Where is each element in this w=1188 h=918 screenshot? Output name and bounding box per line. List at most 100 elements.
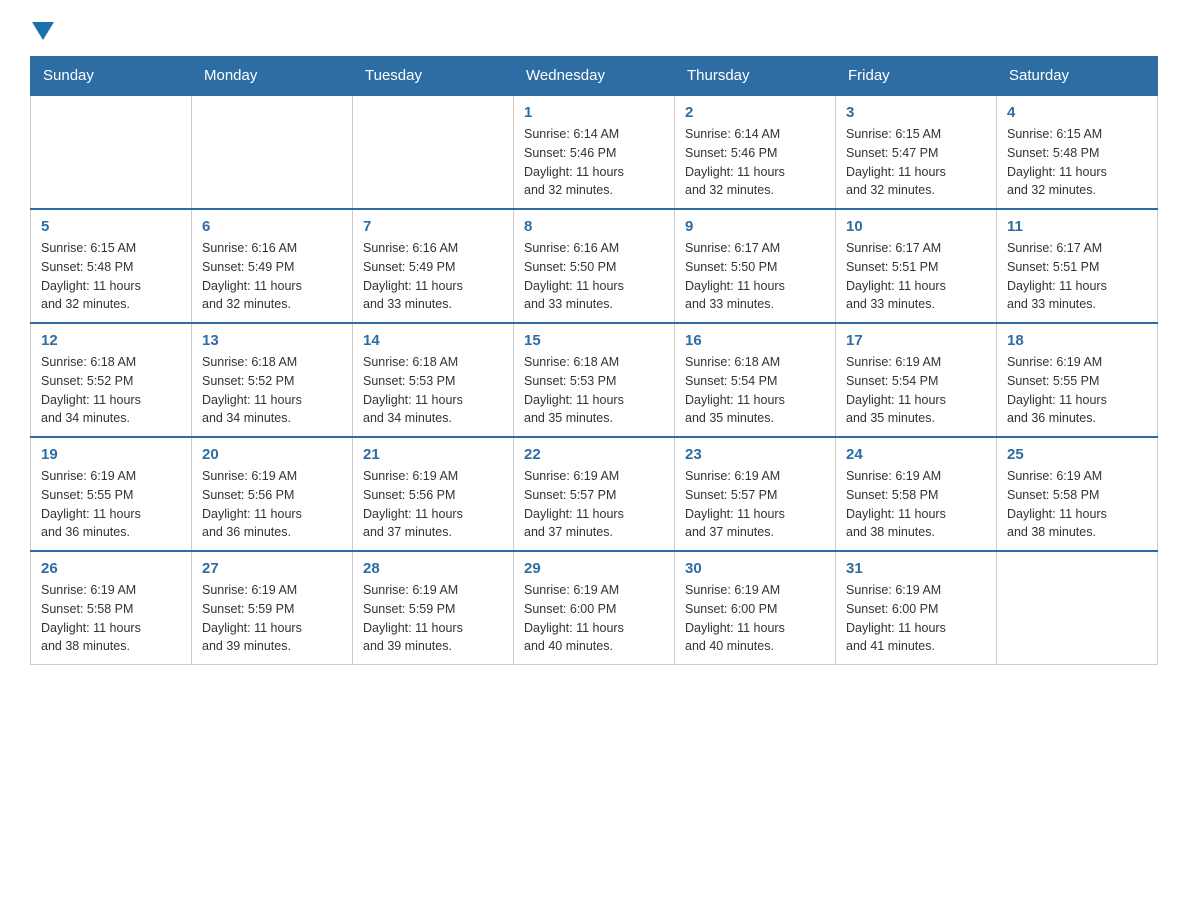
calendar-cell: 30 Sunrise: 6:19 AMSunset: 6:00 PMDayligh… xyxy=(675,551,836,665)
calendar-week-row: 19 Sunrise: 6:19 AMSunset: 5:55 PMDayligh… xyxy=(31,437,1158,551)
calendar-cell: 20 Sunrise: 6:19 AMSunset: 5:56 PMDayligh… xyxy=(192,437,353,551)
day-number: 19 xyxy=(41,446,181,463)
day-number: 5 xyxy=(41,218,181,235)
day-info: Sunrise: 6:17 AMSunset: 5:51 PMDaylight:… xyxy=(1007,239,1147,314)
day-info: Sunrise: 6:19 AMSunset: 6:00 PMDaylight:… xyxy=(524,581,664,656)
day-number: 3 xyxy=(846,104,986,121)
calendar-week-row: 12 Sunrise: 6:18 AMSunset: 5:52 PMDayligh… xyxy=(31,323,1158,437)
day-number: 22 xyxy=(524,446,664,463)
calendar-cell: 2 Sunrise: 6:14 AMSunset: 5:46 PMDaylight… xyxy=(675,95,836,209)
calendar-cell: 15 Sunrise: 6:18 AMSunset: 5:53 PMDayligh… xyxy=(514,323,675,437)
day-info: Sunrise: 6:18 AMSunset: 5:53 PMDaylight:… xyxy=(524,353,664,428)
calendar-cell xyxy=(192,95,353,209)
day-info: Sunrise: 6:16 AMSunset: 5:49 PMDaylight:… xyxy=(202,239,342,314)
calendar-week-row: 1 Sunrise: 6:14 AMSunset: 5:46 PMDaylight… xyxy=(31,95,1158,209)
calendar-table: SundayMondayTuesdayWednesdayThursdayFrid… xyxy=(30,56,1158,665)
page-header xyxy=(30,20,1158,36)
day-number: 15 xyxy=(524,332,664,349)
day-info: Sunrise: 6:19 AMSunset: 6:00 PMDaylight:… xyxy=(846,581,986,656)
day-info: Sunrise: 6:19 AMSunset: 5:57 PMDaylight:… xyxy=(685,467,825,542)
day-number: 20 xyxy=(202,446,342,463)
day-number: 29 xyxy=(524,560,664,577)
day-info: Sunrise: 6:19 AMSunset: 5:54 PMDaylight:… xyxy=(846,353,986,428)
day-number: 25 xyxy=(1007,446,1147,463)
weekday-header-row: SundayMondayTuesdayWednesdayThursdayFrid… xyxy=(31,57,1158,96)
logo xyxy=(30,20,54,36)
day-number: 2 xyxy=(685,104,825,121)
day-number: 12 xyxy=(41,332,181,349)
weekday-header-saturday: Saturday xyxy=(997,57,1158,96)
day-number: 11 xyxy=(1007,218,1147,235)
day-info: Sunrise: 6:19 AMSunset: 6:00 PMDaylight:… xyxy=(685,581,825,656)
day-number: 8 xyxy=(524,218,664,235)
day-info: Sunrise: 6:19 AMSunset: 5:55 PMDaylight:… xyxy=(1007,353,1147,428)
calendar-cell: 3 Sunrise: 6:15 AMSunset: 5:47 PMDaylight… xyxy=(836,95,997,209)
calendar-week-row: 26Sunrise: 6:19 AMSunset: 5:58 PMDayligh… xyxy=(31,551,1158,665)
calendar-cell: 28 Sunrise: 6:19 AMSunset: 5:59 PMDayligh… xyxy=(353,551,514,665)
day-number: 28 xyxy=(363,560,503,577)
calendar-cell: 1 Sunrise: 6:14 AMSunset: 5:46 PMDaylight… xyxy=(514,95,675,209)
calendar-cell: 7 Sunrise: 6:16 AMSunset: 5:49 PMDaylight… xyxy=(353,209,514,323)
calendar-cell: 12 Sunrise: 6:18 AMSunset: 5:52 PMDayligh… xyxy=(31,323,192,437)
day-info: Sunrise: 6:19 AMSunset: 5:55 PMDaylight:… xyxy=(41,467,181,542)
day-info: Sunrise: 6:18 AMSunset: 5:52 PMDaylight:… xyxy=(202,353,342,428)
day-info: Sunrise: 6:18 AMSunset: 5:52 PMDaylight:… xyxy=(41,353,181,428)
calendar-cell: 31 Sunrise: 6:19 AMSunset: 6:00 PMDayligh… xyxy=(836,551,997,665)
day-number: 17 xyxy=(846,332,986,349)
calendar-cell xyxy=(353,95,514,209)
day-number: 14 xyxy=(363,332,503,349)
weekday-header-tuesday: Tuesday xyxy=(353,57,514,96)
calendar-cell: 24 Sunrise: 6:19 AMSunset: 5:58 PMDayligh… xyxy=(836,437,997,551)
day-number: 31 xyxy=(846,560,986,577)
day-info: Sunrise: 6:14 AMSunset: 5:46 PMDaylight:… xyxy=(524,125,664,200)
day-info: Sunrise: 6:16 AMSunset: 5:49 PMDaylight:… xyxy=(363,239,503,314)
calendar-cell: 18 Sunrise: 6:19 AMSunset: 5:55 PMDayligh… xyxy=(997,323,1158,437)
weekday-header-friday: Friday xyxy=(836,57,997,96)
day-info: Sunrise: 6:19 AMSunset: 5:58 PMDaylight:… xyxy=(41,581,181,656)
day-info: Sunrise: 6:19 AMSunset: 5:58 PMDaylight:… xyxy=(846,467,986,542)
calendar-cell: 26Sunrise: 6:19 AMSunset: 5:58 PMDayligh… xyxy=(31,551,192,665)
day-info: Sunrise: 6:19 AMSunset: 5:59 PMDaylight:… xyxy=(202,581,342,656)
calendar-cell: 22 Sunrise: 6:19 AMSunset: 5:57 PMDayligh… xyxy=(514,437,675,551)
day-info: Sunrise: 6:19 AMSunset: 5:56 PMDaylight:… xyxy=(363,467,503,542)
day-number: 10 xyxy=(846,218,986,235)
day-number: 1 xyxy=(524,104,664,121)
weekday-header-wednesday: Wednesday xyxy=(514,57,675,96)
day-info: Sunrise: 6:15 AMSunset: 5:48 PMDaylight:… xyxy=(41,239,181,314)
day-info: Sunrise: 6:15 AMSunset: 5:47 PMDaylight:… xyxy=(846,125,986,200)
calendar-cell: 8 Sunrise: 6:16 AMSunset: 5:50 PMDaylight… xyxy=(514,209,675,323)
calendar-cell xyxy=(31,95,192,209)
calendar-cell: 27 Sunrise: 6:19 AMSunset: 5:59 PMDayligh… xyxy=(192,551,353,665)
day-number: 6 xyxy=(202,218,342,235)
day-info: Sunrise: 6:18 AMSunset: 5:53 PMDaylight:… xyxy=(363,353,503,428)
day-info: Sunrise: 6:19 AMSunset: 5:59 PMDaylight:… xyxy=(363,581,503,656)
calendar-cell: 21Sunrise: 6:19 AMSunset: 5:56 PMDayligh… xyxy=(353,437,514,551)
day-number: 27 xyxy=(202,560,342,577)
day-info: Sunrise: 6:19 AMSunset: 5:56 PMDaylight:… xyxy=(202,467,342,542)
day-info: Sunrise: 6:18 AMSunset: 5:54 PMDaylight:… xyxy=(685,353,825,428)
day-info: Sunrise: 6:14 AMSunset: 5:46 PMDaylight:… xyxy=(685,125,825,200)
calendar-cell: 25 Sunrise: 6:19 AMSunset: 5:58 PMDayligh… xyxy=(997,437,1158,551)
day-info: Sunrise: 6:19 AMSunset: 5:58 PMDaylight:… xyxy=(1007,467,1147,542)
calendar-cell: 5 Sunrise: 6:15 AMSunset: 5:48 PMDaylight… xyxy=(31,209,192,323)
day-info: Sunrise: 6:17 AMSunset: 5:50 PMDaylight:… xyxy=(685,239,825,314)
calendar-cell: 23 Sunrise: 6:19 AMSunset: 5:57 PMDayligh… xyxy=(675,437,836,551)
day-info: Sunrise: 6:16 AMSunset: 5:50 PMDaylight:… xyxy=(524,239,664,314)
calendar-cell: 11 Sunrise: 6:17 AMSunset: 5:51 PMDayligh… xyxy=(997,209,1158,323)
calendar-cell: 9Sunrise: 6:17 AMSunset: 5:50 PMDaylight… xyxy=(675,209,836,323)
calendar-cell: 6 Sunrise: 6:16 AMSunset: 5:49 PMDaylight… xyxy=(192,209,353,323)
calendar-cell: 10Sunrise: 6:17 AMSunset: 5:51 PMDayligh… xyxy=(836,209,997,323)
day-number: 18 xyxy=(1007,332,1147,349)
day-info: Sunrise: 6:15 AMSunset: 5:48 PMDaylight:… xyxy=(1007,125,1147,200)
day-number: 23 xyxy=(685,446,825,463)
day-number: 13 xyxy=(202,332,342,349)
calendar-cell: 29 Sunrise: 6:19 AMSunset: 6:00 PMDayligh… xyxy=(514,551,675,665)
calendar-cell: 4 Sunrise: 6:15 AMSunset: 5:48 PMDaylight… xyxy=(997,95,1158,209)
calendar-cell: 17 Sunrise: 6:19 AMSunset: 5:54 PMDayligh… xyxy=(836,323,997,437)
day-number: 24 xyxy=(846,446,986,463)
day-number: 7 xyxy=(363,218,503,235)
day-number: 30 xyxy=(685,560,825,577)
day-info: Sunrise: 6:19 AMSunset: 5:57 PMDaylight:… xyxy=(524,467,664,542)
day-number: 4 xyxy=(1007,104,1147,121)
weekday-header-thursday: Thursday xyxy=(675,57,836,96)
